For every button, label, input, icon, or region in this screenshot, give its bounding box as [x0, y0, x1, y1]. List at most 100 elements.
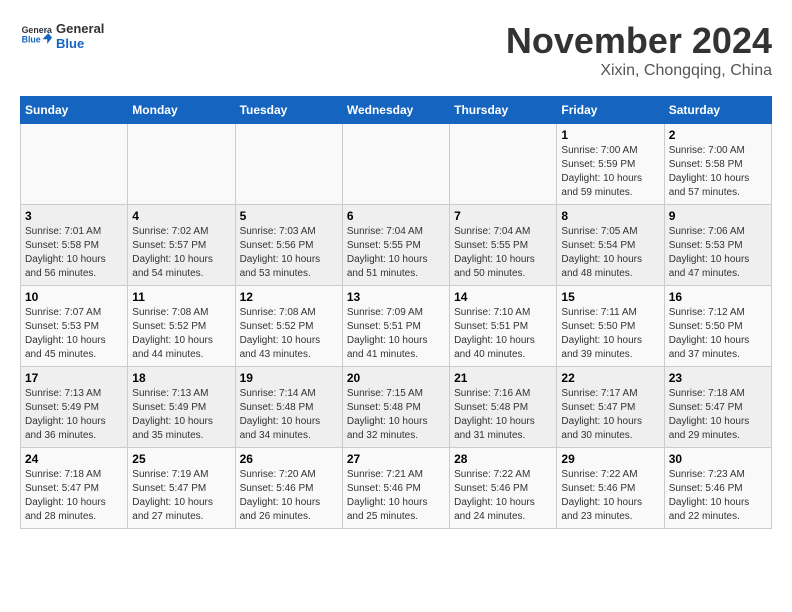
day-number: 16 [669, 290, 767, 304]
day-info: Sunrise: 7:19 AMSunset: 5:47 PMDaylight:… [132, 468, 230, 524]
day-info: Sunrise: 7:00 AMSunset: 5:58 PMDaylight:… [669, 144, 767, 200]
calendar-cell: 30 Sunrise: 7:23 AMSunset: 5:46 PMDayligh… [664, 448, 771, 529]
day-number: 10 [25, 290, 123, 304]
day-number: 24 [25, 452, 123, 466]
week-row-1: 1 Sunrise: 7:00 AMSunset: 5:59 PMDaylight… [21, 124, 772, 205]
calendar-cell: 14 Sunrise: 7:10 AMSunset: 5:51 PMDayligh… [450, 286, 557, 367]
day-info: Sunrise: 7:04 AMSunset: 5:55 PMDaylight:… [454, 225, 552, 281]
day-info: Sunrise: 7:03 AMSunset: 5:56 PMDaylight:… [240, 225, 338, 281]
day-info: Sunrise: 7:21 AMSunset: 5:46 PMDaylight:… [347, 468, 445, 524]
calendar-cell: 17 Sunrise: 7:13 AMSunset: 5:49 PMDayligh… [21, 367, 128, 448]
day-info: Sunrise: 7:08 AMSunset: 5:52 PMDaylight:… [240, 306, 338, 362]
day-info: Sunrise: 7:17 AMSunset: 5:47 PMDaylight:… [561, 387, 659, 443]
calendar-cell: 25 Sunrise: 7:19 AMSunset: 5:47 PMDayligh… [128, 448, 235, 529]
day-number: 4 [132, 209, 230, 223]
column-header-monday: Monday [128, 97, 235, 124]
column-header-tuesday: Tuesday [235, 97, 342, 124]
day-number: 18 [132, 371, 230, 385]
day-number: 1 [561, 128, 659, 142]
calendar-cell: 27 Sunrise: 7:21 AMSunset: 5:46 PMDayligh… [342, 448, 449, 529]
header-row: SundayMondayTuesdayWednesdayThursdayFrid… [21, 97, 772, 124]
day-info: Sunrise: 7:07 AMSunset: 5:53 PMDaylight:… [25, 306, 123, 362]
title-block: November 2024 Xixin, Chongqing, China [506, 20, 772, 80]
calendar-cell: 18 Sunrise: 7:13 AMSunset: 5:49 PMDayligh… [128, 367, 235, 448]
day-info: Sunrise: 7:13 AMSunset: 5:49 PMDaylight:… [25, 387, 123, 443]
day-number: 28 [454, 452, 552, 466]
day-info: Sunrise: 7:12 AMSunset: 5:50 PMDaylight:… [669, 306, 767, 362]
logo-blue-text: Blue [56, 36, 104, 51]
calendar-cell: 6Sunrise: 7:04 AMSunset: 5:55 PMDaylight… [342, 205, 449, 286]
calendar-header: SundayMondayTuesdayWednesdayThursdayFrid… [21, 97, 772, 124]
day-number: 15 [561, 290, 659, 304]
calendar-cell: 10 Sunrise: 7:07 AMSunset: 5:53 PMDayligh… [21, 286, 128, 367]
calendar-cell: 16 Sunrise: 7:12 AMSunset: 5:50 PMDayligh… [664, 286, 771, 367]
calendar-cell: 2Sunrise: 7:00 AMSunset: 5:58 PMDaylight… [664, 124, 771, 205]
svg-text:Blue: Blue [22, 34, 41, 44]
column-header-saturday: Saturday [664, 97, 771, 124]
week-row-3: 10 Sunrise: 7:07 AMSunset: 5:53 PMDayligh… [21, 286, 772, 367]
page-header: General Blue General Blue November 2024 … [20, 20, 772, 80]
day-number: 19 [240, 371, 338, 385]
day-info: Sunrise: 7:20 AMSunset: 5:46 PMDaylight:… [240, 468, 338, 524]
week-row-4: 17 Sunrise: 7:13 AMSunset: 5:49 PMDayligh… [21, 367, 772, 448]
calendar-cell: 3 Sunrise: 7:01 AMSunset: 5:58 PMDaylight… [21, 205, 128, 286]
calendar-cell: 13 Sunrise: 7:09 AMSunset: 5:51 PMDayligh… [342, 286, 449, 367]
column-header-sunday: Sunday [21, 97, 128, 124]
day-number: 26 [240, 452, 338, 466]
day-info: Sunrise: 7:22 AMSunset: 5:46 PMDaylight:… [454, 468, 552, 524]
day-info: Sunrise: 7:00 AMSunset: 5:59 PMDaylight:… [561, 144, 659, 200]
column-header-thursday: Thursday [450, 97, 557, 124]
day-info: Sunrise: 7:13 AMSunset: 5:49 PMDaylight:… [132, 387, 230, 443]
location: Xixin, Chongqing, China [506, 62, 772, 80]
day-number: 30 [669, 452, 767, 466]
day-info: Sunrise: 7:08 AMSunset: 5:52 PMDaylight:… [132, 306, 230, 362]
day-number: 12 [240, 290, 338, 304]
day-number: 23 [669, 371, 767, 385]
calendar-cell: 4 Sunrise: 7:02 AMSunset: 5:57 PMDaylight… [128, 205, 235, 286]
calendar-cell: 28 Sunrise: 7:22 AMSunset: 5:46 PMDayligh… [450, 448, 557, 529]
day-number: 17 [25, 371, 123, 385]
calendar-cell: 19Sunrise: 7:14 AMSunset: 5:48 PMDayligh… [235, 367, 342, 448]
day-number: 14 [454, 290, 552, 304]
calendar-cell: 29Sunrise: 7:22 AMSunset: 5:46 PMDayligh… [557, 448, 664, 529]
day-info: Sunrise: 7:09 AMSunset: 5:51 PMDaylight:… [347, 306, 445, 362]
day-number: 27 [347, 452, 445, 466]
column-header-friday: Friday [557, 97, 664, 124]
day-info: Sunrise: 7:18 AMSunset: 5:47 PMDaylight:… [25, 468, 123, 524]
week-row-2: 3 Sunrise: 7:01 AMSunset: 5:58 PMDaylight… [21, 205, 772, 286]
day-number: 21 [454, 371, 552, 385]
day-number: 9 [669, 209, 767, 223]
month-title: November 2024 [506, 20, 772, 62]
calendar-cell [342, 124, 449, 205]
calendar-cell: 1 Sunrise: 7:00 AMSunset: 5:59 PMDaylight… [557, 124, 664, 205]
day-number: 5 [240, 209, 338, 223]
day-info: Sunrise: 7:01 AMSunset: 5:58 PMDaylight:… [25, 225, 123, 281]
calendar-cell: 11 Sunrise: 7:08 AMSunset: 5:52 PMDayligh… [128, 286, 235, 367]
calendar-cell [128, 124, 235, 205]
day-info: Sunrise: 7:18 AMSunset: 5:47 PMDaylight:… [669, 387, 767, 443]
day-info: Sunrise: 7:06 AMSunset: 5:53 PMDaylight:… [669, 225, 767, 281]
calendar-table: SundayMondayTuesdayWednesdayThursdayFrid… [20, 96, 772, 529]
day-number: 7 [454, 209, 552, 223]
day-number: 25 [132, 452, 230, 466]
day-info: Sunrise: 7:23 AMSunset: 5:46 PMDaylight:… [669, 468, 767, 524]
logo: General Blue General Blue [20, 20, 104, 52]
day-info: Sunrise: 7:10 AMSunset: 5:51 PMDaylight:… [454, 306, 552, 362]
logo-general-text: General [56, 21, 104, 36]
calendar-cell: 7 Sunrise: 7:04 AMSunset: 5:55 PMDaylight… [450, 205, 557, 286]
logo-icon: General Blue [20, 20, 52, 52]
day-number: 11 [132, 290, 230, 304]
week-row-5: 24 Sunrise: 7:18 AMSunset: 5:47 PMDayligh… [21, 448, 772, 529]
day-number: 3 [25, 209, 123, 223]
calendar-cell: 23 Sunrise: 7:18 AMSunset: 5:47 PMDayligh… [664, 367, 771, 448]
day-number: 8 [561, 209, 659, 223]
day-info: Sunrise: 7:02 AMSunset: 5:57 PMDaylight:… [132, 225, 230, 281]
day-info: Sunrise: 7:04 AMSunset: 5:55 PMDaylight:… [347, 225, 445, 281]
calendar-cell: 15 Sunrise: 7:11 AMSunset: 5:50 PMDayligh… [557, 286, 664, 367]
calendar-body: 1 Sunrise: 7:00 AMSunset: 5:59 PMDaylight… [21, 124, 772, 529]
day-number: 29 [561, 452, 659, 466]
day-info: Sunrise: 7:11 AMSunset: 5:50 PMDaylight:… [561, 306, 659, 362]
calendar-cell: 26 Sunrise: 7:20 AMSunset: 5:46 PMDayligh… [235, 448, 342, 529]
calendar-cell: 5 Sunrise: 7:03 AMSunset: 5:56 PMDaylight… [235, 205, 342, 286]
day-number: 13 [347, 290, 445, 304]
